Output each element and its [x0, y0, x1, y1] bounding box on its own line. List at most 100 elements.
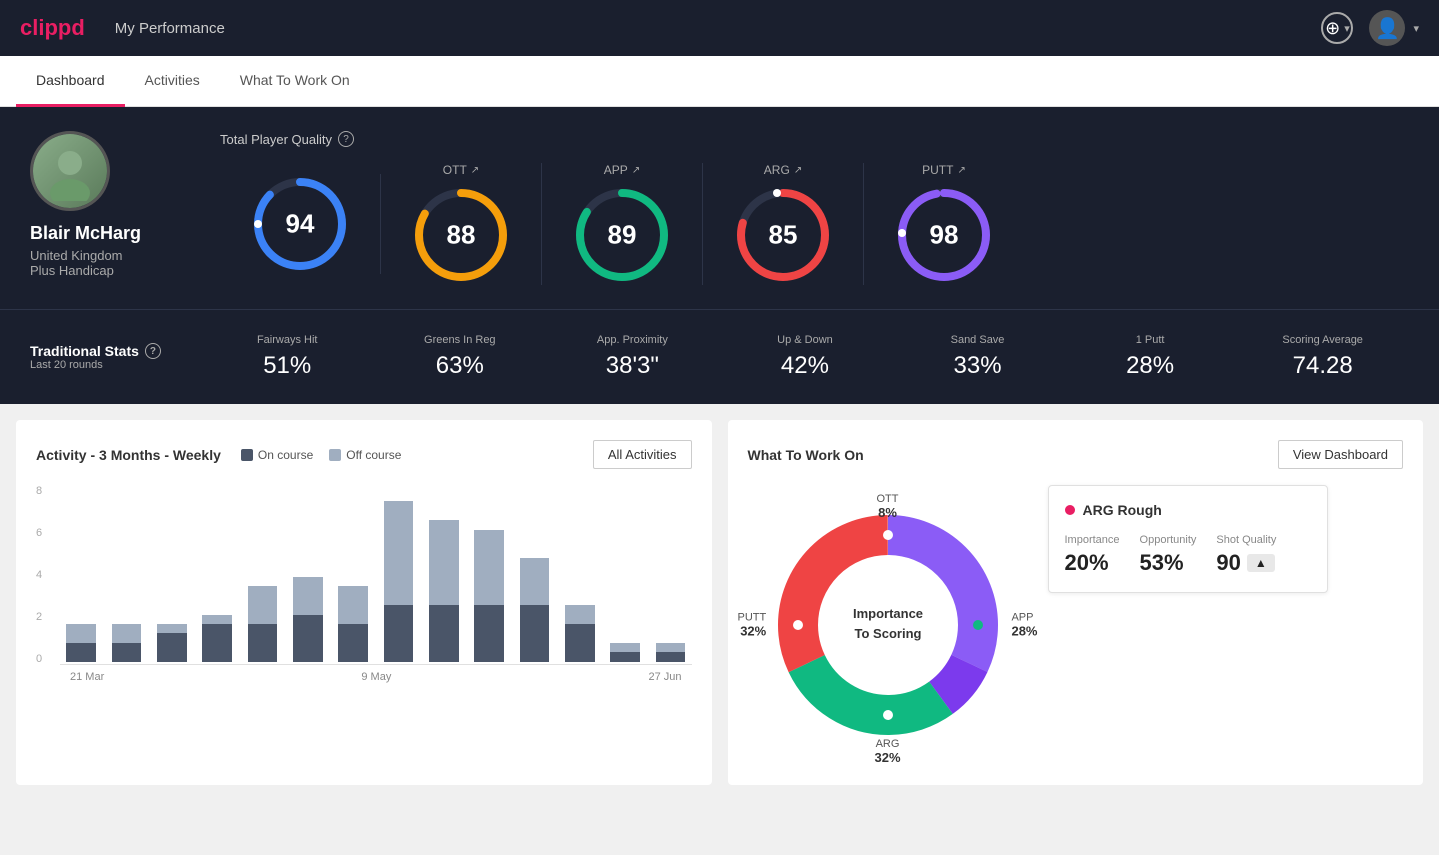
bar-on-course [202, 624, 232, 662]
stat-fairways-value: 51% [201, 352, 374, 380]
arg-donut-label: ARG 32% [874, 738, 900, 765]
legend-off-course-label: Off course [346, 448, 401, 462]
bar-group [151, 624, 193, 662]
bar-group [196, 615, 238, 662]
putt-value: 98 [930, 220, 959, 251]
stats-group-label: Traditional Stats ? Last 20 rounds [30, 343, 161, 371]
activity-panel-title: Activity - 3 Months - Weekly [36, 447, 221, 463]
stat-proximity-label: App. Proximity [546, 334, 719, 346]
bar-off-course [610, 643, 640, 652]
x-label-mar: 21 Mar [70, 671, 104, 683]
wtwo-detail-card: ARG Rough Importance 20% Opportunity 53%… [1048, 485, 1328, 593]
detail-dot-icon [1065, 505, 1075, 515]
app-gauge-circle: 89 [572, 185, 672, 285]
logo[interactable]: clippd [20, 15, 85, 41]
y-label-0: 0 [36, 653, 42, 665]
avatar-chevron-icon: ▾ [1413, 22, 1419, 35]
activity-legend: On course Off course [241, 448, 402, 462]
bar-group [649, 643, 691, 662]
bar-off-course [338, 586, 368, 624]
stat-oneputt-value: 28% [1064, 352, 1237, 380]
app-gauge: APP ↗ 89 [542, 163, 703, 285]
stat-fairways: Fairways Hit 51% [201, 334, 374, 380]
stat-sandsave: Sand Save 33% [891, 334, 1064, 380]
stats-items: Fairways Hit 51% Greens In Reg 63% App. … [201, 334, 1409, 380]
stat-oneputt-label: 1 Putt [1064, 334, 1237, 346]
stats-title: Traditional Stats ? [30, 343, 161, 359]
arg-value: 85 [769, 220, 798, 251]
bar-group [604, 643, 646, 662]
activity-panel-header: Activity - 3 Months - Weekly On course O… [36, 440, 692, 469]
y-label-8: 8 [36, 485, 42, 497]
ott-gauge: OTT ↗ 88 [381, 163, 542, 285]
stat-proximity: App. Proximity 38'3" [546, 334, 719, 380]
tabs-nav: Dashboard Activities What To Work On [0, 56, 1439, 107]
app-trend-icon: ↗ [632, 165, 640, 176]
x-label-may: 9 May [361, 671, 391, 683]
detail-opportunity-value: 53% [1140, 550, 1197, 576]
bar-off-course [656, 643, 686, 652]
wtwo-panel-title: What To Work On [748, 447, 864, 463]
detail-importance-value: 20% [1065, 550, 1120, 576]
svg-text:To Scoring: To Scoring [854, 626, 921, 641]
stat-oneputt: 1 Putt 28% [1064, 334, 1237, 380]
bar-on-course [520, 605, 550, 662]
putt-label: PUTT ↗ [894, 163, 994, 177]
y-label-4: 4 [36, 569, 42, 581]
y-label-2: 2 [36, 611, 42, 623]
detail-opportunity: Opportunity 53% [1140, 534, 1197, 576]
bar-group [60, 624, 102, 662]
bar-on-course [66, 643, 96, 662]
putt-donut-label: PUTT 32% [738, 612, 767, 639]
app-value: 89 [608, 220, 637, 251]
stat-fairways-label: Fairways Hit [201, 334, 374, 346]
tpq-info-icon[interactable]: ? [338, 131, 354, 147]
view-dashboard-button[interactable]: View Dashboard [1278, 440, 1403, 469]
add-button[interactable]: ⊕ ▾ [1321, 12, 1353, 44]
detail-opportunity-label: Opportunity [1140, 534, 1197, 546]
ott-trend-icon: ↗ [471, 165, 479, 176]
bar-group [241, 586, 283, 662]
legend-off-course: Off course [329, 448, 401, 462]
stats-info-icon[interactable]: ? [145, 343, 161, 359]
bar-off-course [520, 558, 550, 605]
chart-wrapper: 8 6 4 2 0 21 Mar 9 May 27 Jun [36, 485, 692, 683]
stat-scoring-label: Scoring Average [1236, 334, 1409, 346]
ott-value: 88 [447, 220, 476, 251]
tab-activities[interactable]: Activities [125, 56, 220, 107]
bar-on-course [384, 605, 414, 662]
bar-on-course [248, 624, 278, 662]
shot-quality-badge: ▲ [1247, 554, 1275, 572]
bar-off-course [112, 624, 142, 643]
bar-off-course [474, 530, 504, 605]
tab-what-to-work-on[interactable]: What To Work On [220, 56, 370, 107]
stat-proximity-value: 38'3" [546, 352, 719, 380]
player-name: Blair McHarg [30, 223, 190, 244]
bar-group [468, 530, 510, 662]
stat-updown-value: 42% [719, 352, 892, 380]
bar-on-course [293, 615, 323, 662]
bar-off-course [202, 615, 232, 624]
detail-importance-label: Importance [1065, 534, 1120, 546]
metrics-row: 94 OTT ↗ 88 [220, 163, 1409, 285]
tab-dashboard[interactable]: Dashboard [16, 56, 125, 107]
player-avatar [30, 131, 110, 211]
tpq-label: Total Player Quality ? [220, 131, 1409, 147]
arg-trend-icon: ↗ [794, 165, 802, 176]
arg-label: ARG ↗ [733, 163, 833, 177]
bar-group [287, 577, 329, 662]
plus-icon: ⊕ [1325, 18, 1340, 39]
stat-greens: Greens In Reg 63% [374, 334, 547, 380]
chart-y-labels: 8 6 4 2 0 [36, 485, 42, 665]
avatar-icon: 👤 [1375, 16, 1400, 41]
all-activities-button[interactable]: All Activities [593, 440, 692, 469]
stat-sandsave-value: 33% [891, 352, 1064, 380]
wtwo-content: Importance To Scoring OTT 8% APP 28% ARG… [748, 485, 1404, 765]
stats-sublabel: Last 20 rounds [30, 359, 161, 371]
legend-on-course-label: On course [258, 448, 313, 462]
avatar-button[interactable]: 👤 [1369, 10, 1405, 46]
bar-on-course [157, 633, 187, 662]
stat-greens-label: Greens In Reg [374, 334, 547, 346]
bar-group [332, 586, 374, 662]
stat-updown: Up & Down 42% [719, 334, 892, 380]
